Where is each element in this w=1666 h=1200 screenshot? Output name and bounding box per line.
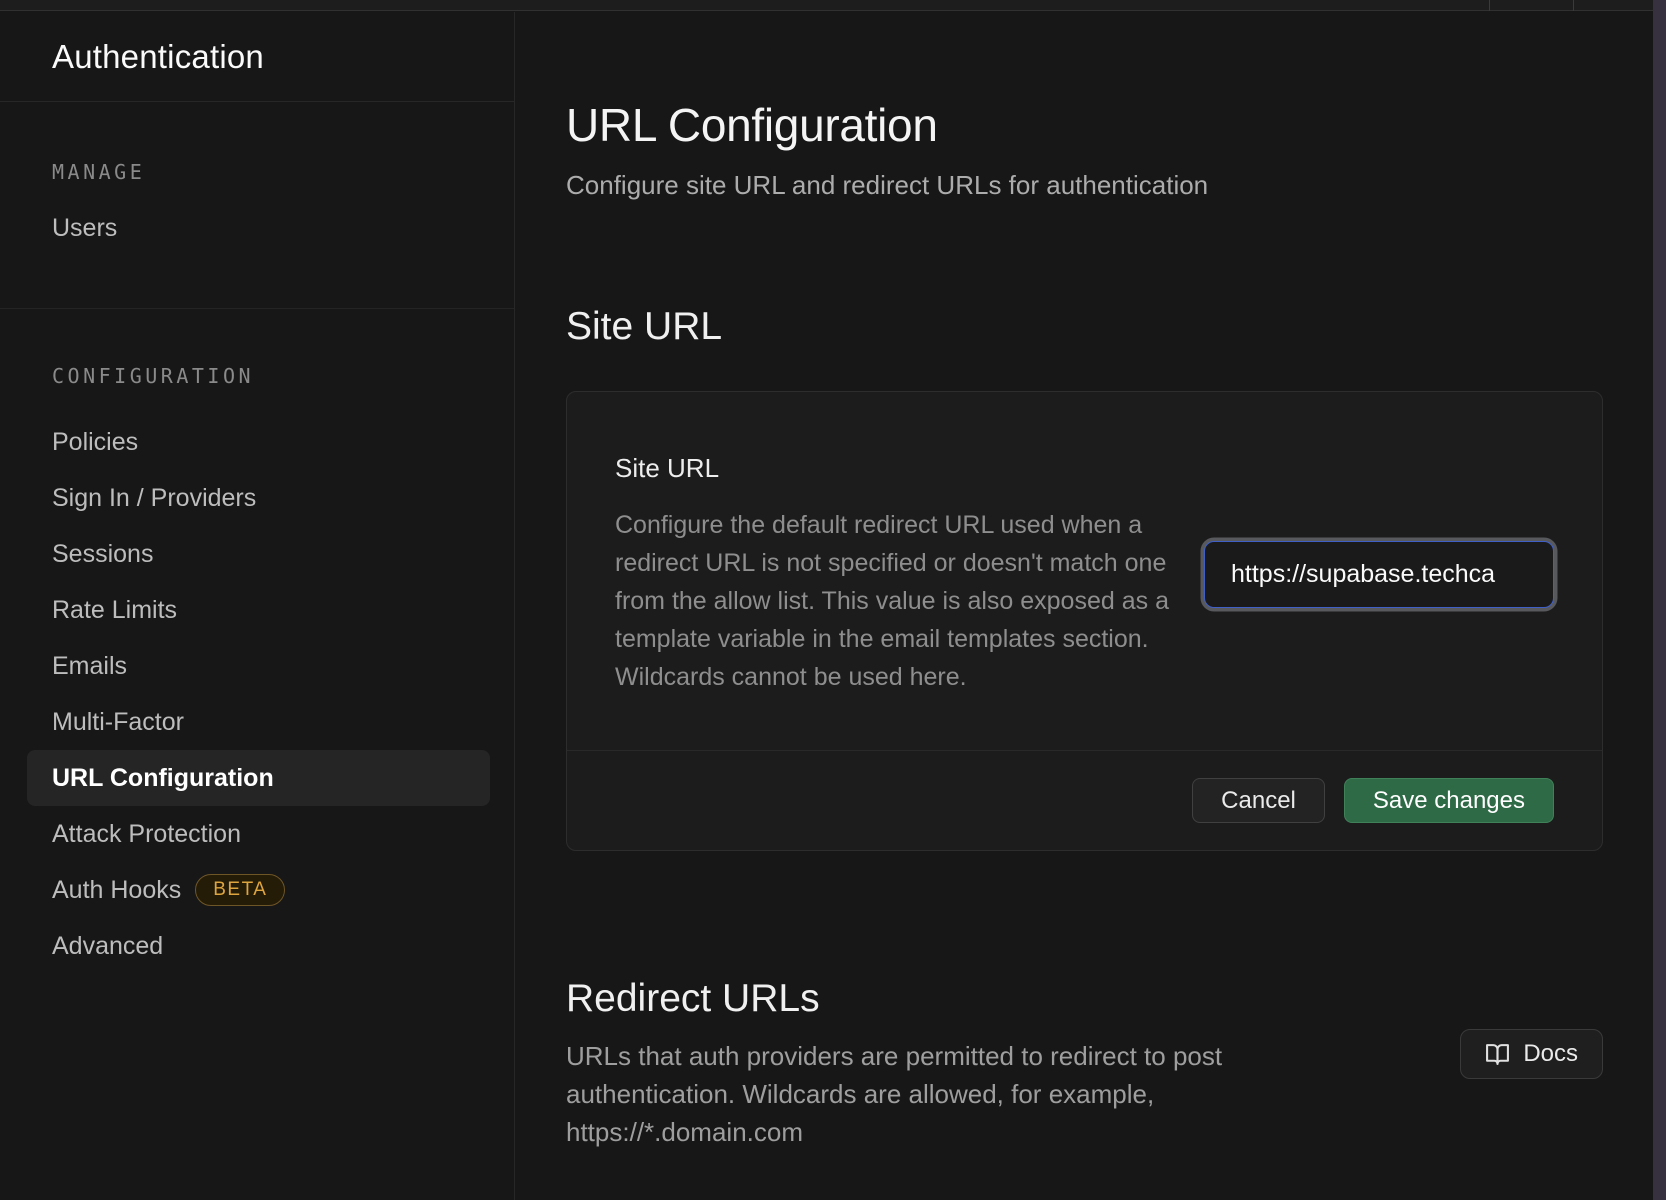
sidebar-item-users[interactable]: Users — [27, 206, 490, 250]
top-strip-divider — [1489, 0, 1490, 11]
auth-sidebar: Authentication MANAGE Users CONFIGURATIO… — [0, 12, 515, 1200]
sidebar-section-manage: MANAGE Users — [0, 102, 514, 309]
site-url-card: Site URL Configure the default redirect … — [566, 391, 1603, 851]
sidebar-item-sessions[interactable]: Sessions — [27, 526, 490, 582]
sidebar-section-configuration: CONFIGURATION Policies Sign In / Provide… — [0, 309, 514, 974]
sidebar-nav-list: Policies Sign In / Providers Sessions Ra… — [0, 414, 514, 974]
beta-badge: BETA — [195, 874, 285, 906]
redirect-urls-info: Redirect URLs URLs that auth providers a… — [566, 977, 1311, 1151]
sidebar-item-attack-protection[interactable]: Attack Protection — [27, 806, 490, 862]
site-url-field-description: Configure the default redirect URL used … — [615, 506, 1171, 696]
sidebar-item-emails[interactable]: Emails — [27, 638, 490, 694]
site-url-field-info: Site URL Configure the default redirect … — [615, 453, 1190, 696]
site-url-input[interactable] — [1204, 541, 1554, 608]
page-title: URL Configuration — [566, 98, 1653, 152]
top-strip-divider — [1573, 0, 1574, 11]
section-label-manage: MANAGE — [0, 160, 514, 184]
redirect-urls-heading: Redirect URLs — [566, 977, 1311, 1021]
save-changes-button[interactable]: Save changes — [1344, 778, 1554, 823]
section-label-configuration: CONFIGURATION — [0, 364, 514, 388]
redirect-urls-description: URLs that auth providers are permitted t… — [566, 1037, 1311, 1151]
redirect-urls-section: Redirect URLs URLs that auth providers a… — [566, 977, 1603, 1151]
auth-hooks-label: Auth Hooks — [52, 876, 181, 905]
site-url-heading: Site URL — [566, 305, 1653, 349]
sidebar-item-multi-factor[interactable]: Multi-Factor — [27, 694, 490, 750]
site-url-card-footer: Cancel Save changes — [567, 750, 1602, 850]
desktop-edge-strip — [1653, 0, 1666, 1200]
sidebar-item-sign-in-providers[interactable]: Sign In / Providers — [27, 470, 490, 526]
docs-button[interactable]: Docs — [1460, 1029, 1603, 1079]
sidebar-title: Authentication — [52, 38, 264, 76]
sidebar-header: Authentication — [0, 12, 514, 102]
sidebar-item-rate-limits[interactable]: Rate Limits — [27, 582, 490, 638]
main-content: URL Configuration Configure site URL and… — [516, 12, 1653, 1200]
site-url-card-body: Site URL Configure the default redirect … — [567, 392, 1602, 750]
cancel-button[interactable]: Cancel — [1192, 778, 1325, 823]
sidebar-item-advanced[interactable]: Advanced — [27, 918, 490, 974]
docs-button-label: Docs — [1523, 1040, 1578, 1068]
sidebar-item-auth-hooks[interactable]: Auth Hooks BETA — [27, 862, 490, 918]
window-top-strip — [0, 0, 1666, 11]
site-url-field-label: Site URL — [615, 453, 1190, 484]
sidebar-item-policies[interactable]: Policies — [27, 414, 490, 470]
page-subtitle: Configure site URL and redirect URLs for… — [566, 170, 1653, 201]
sidebar-item-url-configuration[interactable]: URL Configuration — [27, 750, 490, 806]
book-open-icon — [1485, 1042, 1510, 1067]
site-url-input-wrap — [1204, 541, 1554, 608]
